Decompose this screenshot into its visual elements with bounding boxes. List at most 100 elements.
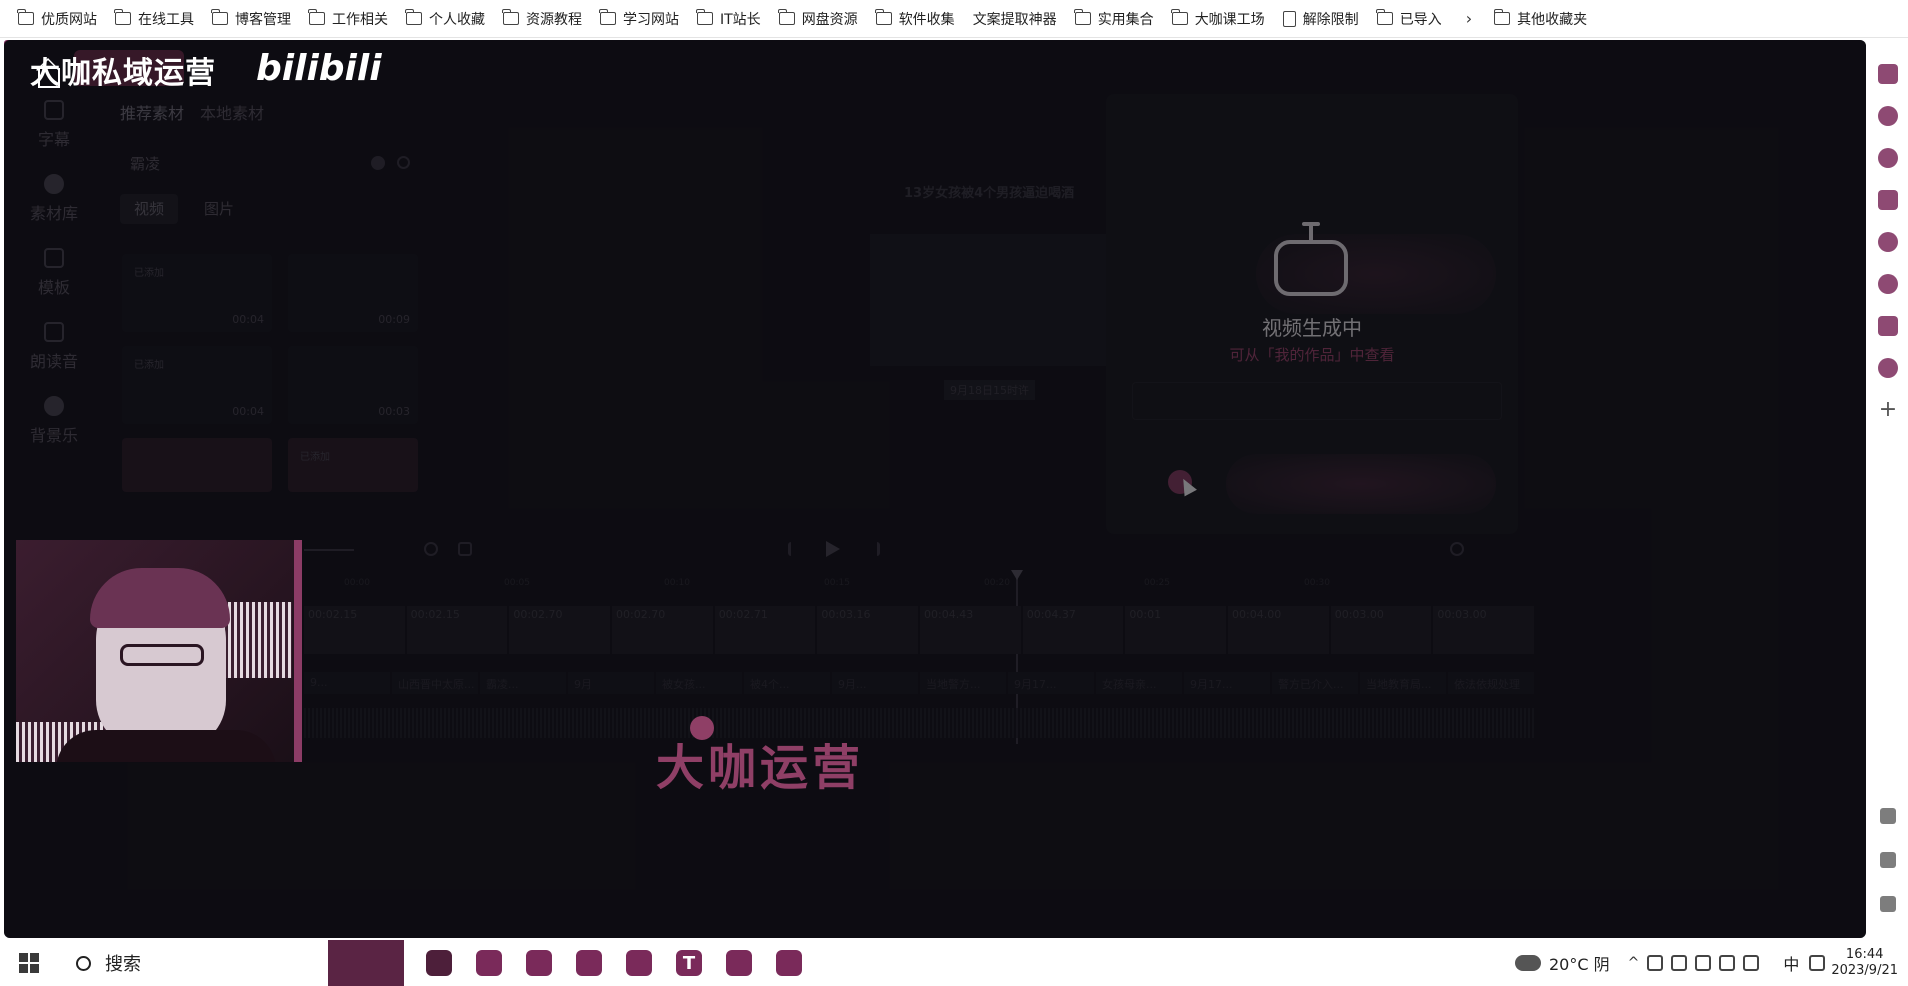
subtitle-clip[interactable]: 9月...: [832, 672, 918, 694]
material-search[interactable]: 霸凌: [120, 146, 420, 180]
add-icon[interactable]: [424, 542, 438, 556]
video-clip[interactable]: 00:03.16: [817, 606, 919, 654]
nav-item-library[interactable]: 素材库: [4, 174, 104, 248]
settings-icon[interactable]: [1878, 106, 1898, 126]
subtitle-clip[interactable]: 当地教育局...: [1360, 672, 1446, 694]
other-bookmarks[interactable]: 其他收藏夹: [1486, 5, 1597, 33]
taskbar-clock[interactable]: 16:44 2023/9/21: [1831, 947, 1898, 979]
taskbar-app[interactable]: [618, 940, 660, 986]
material-thumb[interactable]: 已添加 00:04: [122, 254, 272, 332]
material-thumb[interactable]: 00:09: [288, 254, 418, 332]
start-button[interactable]: [0, 940, 58, 986]
record-icon[interactable]: [1647, 955, 1664, 971]
taskbar-app[interactable]: [518, 940, 560, 986]
sidebar-toggle-icon[interactable]: [1880, 852, 1896, 868]
subtitle-clip[interactable]: 9月17...: [1184, 672, 1270, 694]
circle-app-icon[interactable]: [1878, 274, 1898, 294]
subtitle-clip[interactable]: 山西晋中太原...: [392, 672, 478, 694]
material-thumb[interactable]: 00:03: [288, 346, 418, 424]
bookmark-item[interactable]: 网盘资源: [771, 5, 868, 33]
video-clip[interactable]: 00:01: [1125, 606, 1227, 654]
subtitle-clip[interactable]: 9月17...: [1008, 672, 1094, 694]
subtitle-clip[interactable]: 霸凌...: [480, 672, 566, 694]
bookmark-item[interactable]: IT站长: [689, 5, 771, 33]
outlook-icon[interactable]: [1878, 316, 1898, 336]
gear-icon[interactable]: [1880, 896, 1896, 912]
add-icon[interactable]: +: [1879, 399, 1897, 421]
bookmark-item[interactable]: 在线工具: [107, 5, 204, 33]
taskbar-app[interactable]: [568, 940, 610, 986]
taskbar-widget[interactable]: [328, 940, 404, 986]
search-icon[interactable]: [397, 156, 410, 169]
video-clip[interactable]: 00:03.00: [1330, 606, 1432, 654]
tab-recommended[interactable]: 推荐素材: [120, 100, 184, 124]
video-clip[interactable]: 00:02.15: [304, 606, 405, 654]
bookmark-item[interactable]: 解除限制: [1275, 5, 1369, 33]
taskbar-app[interactable]: [418, 940, 460, 986]
subtitle-clip[interactable]: 9...: [304, 672, 390, 694]
nav-item-voice[interactable]: 朗读音: [4, 322, 104, 396]
extension-icon[interactable]: [1878, 64, 1898, 84]
bookmark-item[interactable]: 博客管理: [204, 5, 301, 33]
subtitle-clip[interactable]: 被女孩...: [656, 672, 742, 694]
tab-local[interactable]: 本地素材: [200, 100, 264, 124]
undo-icon[interactable]: [1450, 542, 1464, 556]
subtitle-clip[interactable]: 9月: [568, 672, 654, 694]
sougou-icon[interactable]: [1809, 955, 1826, 971]
network-icon[interactable]: [1719, 955, 1736, 971]
video-clip[interactable]: 00:02.71: [714, 606, 816, 654]
volume-icon[interactable]: [1743, 955, 1760, 971]
next-icon[interactable]: [866, 542, 880, 556]
chevron-right-icon[interactable]: ›: [1466, 9, 1472, 28]
bing-icon[interactable]: [1878, 190, 1898, 210]
bookmark-item[interactable]: 实用集合: [1067, 5, 1164, 33]
nav-item-subtitle[interactable]: 字幕: [4, 100, 104, 174]
taskbar-app[interactable]: T: [668, 940, 710, 986]
type-image[interactable]: 图片: [190, 194, 248, 224]
material-thumb[interactable]: 已添加 00:04: [122, 346, 272, 424]
subtitle-clip[interactable]: 女孩母亲...: [1096, 672, 1182, 694]
material-thumb[interactable]: 已添加: [288, 438, 418, 492]
search-input[interactable]: 霸凌: [130, 153, 160, 174]
zoom-slider[interactable]: [304, 549, 354, 551]
nav-item-template[interactable]: 模板: [4, 248, 104, 322]
display-icon[interactable]: [1695, 955, 1712, 971]
bookmark-item[interactable]: 学习网站: [592, 5, 689, 33]
screenshot-icon[interactable]: [1880, 808, 1896, 824]
subtitle-clip[interactable]: 当地警方...: [920, 672, 1006, 694]
taskbar-search[interactable]: 搜索: [58, 940, 328, 986]
weather-widget[interactable]: 20°C 阴: [1514, 951, 1610, 975]
clear-icon[interactable]: [371, 156, 385, 170]
bookmark-item[interactable]: 工作相关: [301, 5, 398, 33]
subtitle-clip[interactable]: 被4个...: [744, 672, 830, 694]
bookmark-item[interactable]: 已导入: [1369, 5, 1452, 33]
video-clip[interactable]: 00:04.43: [920, 606, 1021, 654]
sound-icon[interactable]: [1671, 955, 1688, 971]
tools-icon[interactable]: [1878, 148, 1898, 168]
bookmark-item[interactable]: 大咖课工场: [1164, 5, 1275, 33]
subtitle-clip[interactable]: 依法依规处理: [1448, 672, 1534, 694]
bookmark-item[interactable]: 个人收藏: [398, 5, 495, 33]
modal-subtitle[interactable]: 可从「我的作品」中查看: [1106, 344, 1518, 365]
bookmark-item[interactable]: 软件收集: [868, 5, 965, 33]
video-clip[interactable]: 00:03.00: [1433, 606, 1535, 654]
material-thumb[interactable]: [122, 438, 272, 492]
taskbar-app[interactable]: [718, 940, 760, 986]
video-clip[interactable]: 00:04.00: [1228, 606, 1329, 654]
ime-indicator[interactable]: 中: [1783, 951, 1799, 975]
search-icon[interactable]: [1878, 232, 1898, 252]
taskbar-app[interactable]: [468, 940, 510, 986]
split-icon[interactable]: [458, 542, 472, 556]
bookmark-item[interactable]: 资源教程: [495, 5, 592, 33]
home-icon[interactable]: [38, 68, 60, 88]
video-clip[interactable]: 00:02.70: [612, 606, 713, 654]
prev-icon[interactable]: [788, 542, 802, 556]
bookmark-item[interactable]: 文案提取神器: [4, 5, 1067, 56]
video-clip[interactable]: 00:02.15: [406, 606, 508, 654]
play-icon[interactable]: [826, 541, 840, 557]
type-video[interactable]: 视频: [120, 194, 179, 224]
audio-track[interactable]: [304, 708, 1534, 738]
nav-item-music[interactable]: 背景乐: [4, 396, 104, 470]
bookmark-item[interactable]: 优质网站: [10, 5, 107, 33]
drop-icon[interactable]: [1878, 358, 1898, 378]
